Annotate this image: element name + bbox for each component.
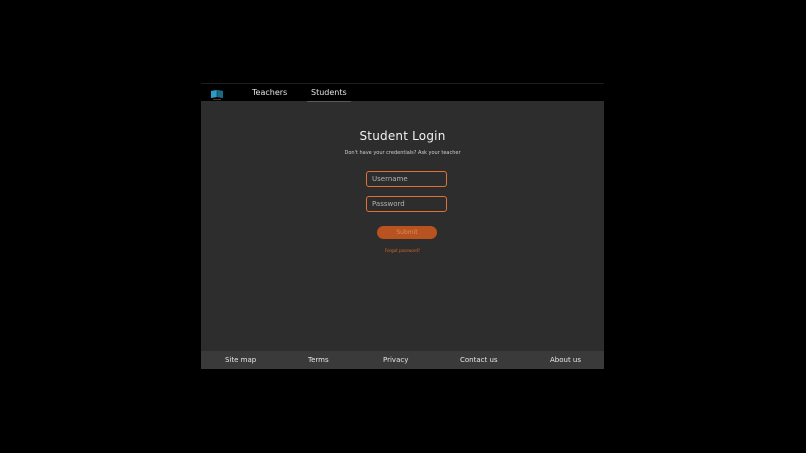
footer: Site map Terms Privacy Contact us About … [201,351,604,369]
book-logo-icon[interactable] [210,86,224,100]
username-input[interactable] [366,171,447,187]
page-title: Student Login [359,129,446,143]
forgot-password-link[interactable]: Forgot password? [201,248,604,253]
password-input[interactable] [366,196,447,212]
app-window: Teachers Students Student Login Don't ha… [201,83,604,369]
tab-students[interactable]: Students [307,84,351,102]
submit-button[interactable]: Submit [377,226,437,239]
top-nav-bar: Teachers Students [201,83,604,102]
footer-link-about-us[interactable]: About us [550,351,581,369]
footer-link-privacy[interactable]: Privacy [383,351,408,369]
footer-link-contact-us[interactable]: Contact us [460,351,498,369]
login-subtitle: Don't have your credentials? Ask your te… [344,150,461,156]
footer-link-site-map[interactable]: Site map [225,351,256,369]
tab-teachers[interactable]: Teachers [252,84,287,102]
footer-link-terms[interactable]: Terms [308,351,329,369]
